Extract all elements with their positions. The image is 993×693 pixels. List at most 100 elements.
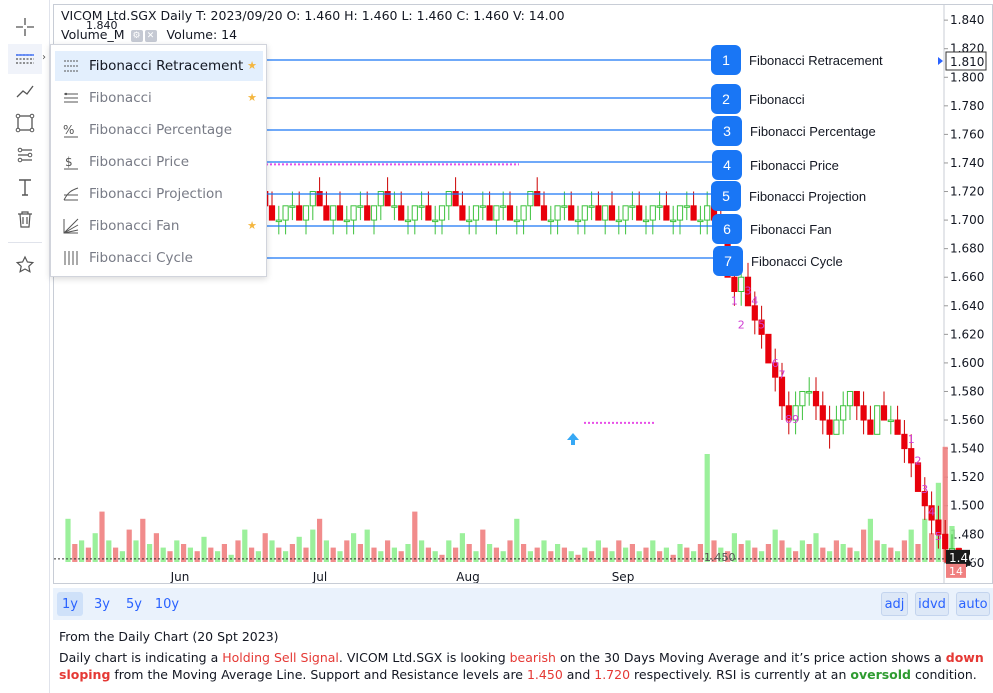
menu-item-fibonacci-cycle[interactable]: Fibonacci Cycle <box>55 243 263 273</box>
candle-body <box>901 433 908 450</box>
delete-tool-button[interactable] <box>8 204 42 234</box>
favorite-star-icon[interactable]: ★ <box>247 91 257 104</box>
volume-bar <box>425 547 431 562</box>
volume-bar <box>378 551 384 562</box>
symbol-legend: VICOM Ltd.SGX Daily T: 2023/09/20 O: 1.4… <box>61 8 565 23</box>
callout-label: Fibonacci Projection <box>747 187 869 205</box>
candle-body <box>343 219 350 223</box>
td-count-label: 4 <box>928 506 935 519</box>
trendline-tool-button[interactable] <box>8 76 42 106</box>
y-tick-label: 1.720 <box>950 185 984 199</box>
menu-item-fibonacci-price[interactable]: $ Fibonacci Price <box>55 147 263 177</box>
range-selector-bar: 1y 3y 5y 10y adj idvd auto <box>53 588 993 620</box>
analysis-body: Daily chart is indicating a Holding Sell… <box>59 649 987 683</box>
candle-body <box>860 405 867 421</box>
favorite-star-icon[interactable]: ★ <box>247 219 257 232</box>
x-tick-label: Jun <box>170 570 190 584</box>
candle-body <box>642 219 650 223</box>
volume-bar <box>473 551 479 562</box>
y-tick-label: 1.540 <box>950 442 984 456</box>
volume-badge-label: 14 <box>949 565 963 578</box>
fibonacci-tool-button[interactable]: › <box>8 44 46 74</box>
path-tool-button[interactable] <box>8 140 42 170</box>
candle-body <box>459 205 466 221</box>
candle-body <box>636 205 643 221</box>
settings-icon[interactable]: ⚙ <box>130 29 143 42</box>
volume-bar <box>759 551 765 562</box>
volume-bar <box>908 529 914 562</box>
candle-body <box>649 205 656 221</box>
fibonacci-icon <box>16 54 34 64</box>
analysis-text: condition. <box>911 667 977 682</box>
range-button-1y[interactable]: 1y <box>57 592 83 616</box>
svg-text:%: % <box>63 123 74 137</box>
candle-body <box>690 205 697 221</box>
crosshair-tool-button[interactable] <box>8 12 42 42</box>
idvd-button[interactable]: idvd <box>915 592 949 616</box>
candle-body <box>540 205 548 221</box>
favorite-star-icon[interactable]: ★ <box>247 59 257 72</box>
volume-bar <box>167 551 173 562</box>
volume-bar <box>657 551 663 562</box>
analysis-text: . VICOM Ltd.SGX is looking <box>338 650 510 665</box>
x-tick-label: Aug <box>456 570 479 584</box>
candle-body <box>676 205 684 221</box>
candle-body <box>799 390 806 407</box>
rectangle-tool-button[interactable] <box>8 108 42 138</box>
candle-body <box>819 405 826 421</box>
candle-body <box>765 333 772 364</box>
trash-icon <box>18 211 32 228</box>
td-count-label: 9 <box>792 413 799 426</box>
candle-body <box>683 205 690 208</box>
candle-body <box>738 276 745 293</box>
volume-bar <box>262 533 268 562</box>
candle-body <box>908 448 915 464</box>
x-tick-label: Jul <box>312 570 327 584</box>
volume-bar <box>249 547 255 562</box>
candle-body <box>663 205 670 221</box>
menu-item-fibonacci[interactable]: Fibonacci ★ <box>55 83 263 113</box>
volume-bar <box>153 533 159 562</box>
text-tool-button[interactable] <box>8 172 42 202</box>
callout-number-badge: 2 <box>711 84 741 114</box>
adj-button[interactable]: adj <box>881 592 908 616</box>
candle-body <box>506 205 514 221</box>
range-button-10y[interactable]: 10y <box>153 592 181 616</box>
volume-bar <box>854 551 860 562</box>
candle-body <box>398 205 405 221</box>
volume-bar <box>371 547 377 562</box>
candle-body <box>486 205 493 221</box>
callout-4: 4 Fibonacci Price <box>712 150 841 180</box>
candle-body <box>302 205 310 221</box>
candle-body <box>357 205 364 208</box>
range-button-3y[interactable]: 3y <box>89 592 115 616</box>
callout-2: 2 Fibonacci <box>711 84 807 114</box>
y-tick-label: 1.800 <box>950 70 984 84</box>
volume-bar <box>691 551 697 562</box>
menu-item-fibonacci-percentage[interactable]: % Fibonacci Percentage <box>55 115 263 145</box>
volume-bar <box>582 547 588 562</box>
candle-body <box>697 219 704 223</box>
menu-item-fibonacci-fan[interactable]: Fibonacci Fan ★ <box>55 211 263 241</box>
volume-bar <box>187 547 193 562</box>
menu-item-fibonacci-projection[interactable]: Fibonacci Projection <box>55 179 263 209</box>
candle-body <box>432 219 439 223</box>
volume-bar <box>636 551 642 562</box>
volume-bar <box>113 547 119 562</box>
favorites-tool-button[interactable] <box>8 250 42 280</box>
close-icon[interactable]: ✕ <box>144 29 157 42</box>
volume-bar <box>208 547 214 562</box>
menu-item-label: Fibonacci Cycle <box>89 250 193 266</box>
candle-body <box>608 205 616 221</box>
range-button-5y[interactable]: 5y <box>121 592 147 616</box>
bearish-text: bearish <box>509 650 556 665</box>
volume-bar <box>215 551 221 562</box>
volume-bar <box>786 547 792 562</box>
menu-item-fibonacci-retracement[interactable]: Fibonacci Retracement ★ <box>55 51 263 81</box>
candle-body <box>479 205 486 208</box>
analysis-text: on the 30 Days Moving Average and it’s p… <box>555 650 946 665</box>
volume-bar <box>867 518 873 562</box>
fibonacci-percentage-icon: % <box>59 120 83 140</box>
y-tick-label: 1.640 <box>950 299 984 313</box>
auto-button[interactable]: auto <box>956 592 990 616</box>
